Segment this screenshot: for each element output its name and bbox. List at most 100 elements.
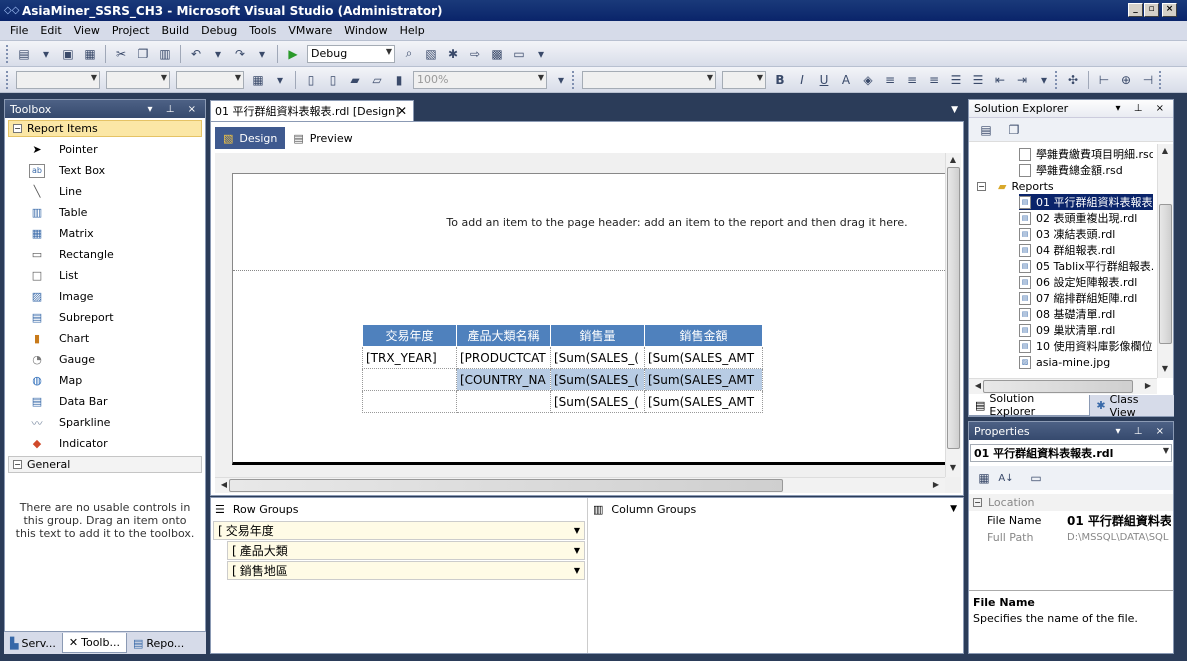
tree-item[interactable]: ▤ 09 巢狀清單.rdl — [1019, 322, 1153, 338]
redo-icon[interactable]: ↷ — [231, 45, 249, 63]
tree-item[interactable]: ▤ 04 群組報表.rdl — [1019, 242, 1153, 258]
tablix-cell[interactable] — [362, 368, 457, 391]
align-centers-icon[interactable]: ⊕ — [1117, 71, 1135, 89]
toolbox-item-pointer[interactable]: ➤ Pointer — [5, 139, 205, 160]
tablix-cell[interactable]: [Sum(SALES_( — [550, 368, 645, 391]
tablix-header-cell[interactable]: 銷售量 — [550, 324, 645, 347]
bold-icon[interactable]: B — [771, 71, 789, 89]
toolbox-item-line[interactable]: ╲ Line — [5, 181, 205, 202]
tree-item[interactable]: 學雜費總金額.rsd — [1019, 162, 1153, 178]
close-icon[interactable]: ✕ — [397, 104, 407, 118]
chevron-down-icon[interactable]: ▼ — [574, 566, 580, 575]
panel-controls-icon[interactable]: ▾ ⊥ × — [1116, 426, 1169, 437]
menu-project[interactable]: Project — [106, 24, 156, 37]
tablix-cell[interactable]: [Sum(SALES_( — [550, 346, 645, 369]
underline-icon[interactable]: U — [815, 71, 833, 89]
border-dropdown-icon[interactable]: ▾ — [271, 71, 289, 89]
toolbox-item-rectangle[interactable]: ▭ Rectangle — [5, 244, 205, 265]
tree-item[interactable]: ▤ 10 使用資料庫影像欄位.rdl — [1019, 338, 1153, 354]
outdent-icon[interactable]: ⇤ — [991, 71, 1009, 89]
align-lefts-icon[interactable]: ⊢ — [1095, 71, 1113, 89]
scroll-up-icon[interactable]: ▲ — [946, 155, 960, 164]
scroll-down-icon[interactable]: ▼ — [1158, 364, 1172, 373]
layout-grid-icon[interactable]: ✣ — [1064, 71, 1082, 89]
font-name-combo[interactable]: ▼ — [582, 70, 716, 89]
menu-window[interactable]: Window — [338, 24, 393, 37]
indent-icon[interactable]: ⇥ — [1013, 71, 1031, 89]
font-combo[interactable]: ▼ — [106, 70, 170, 89]
tree-item[interactable]: 學雜費繳費項目明細.rsd — [1019, 146, 1153, 162]
font-size-combo[interactable]: ▼ — [176, 70, 244, 89]
zoom-combo[interactable]: 100% ▼ — [413, 70, 547, 89]
find-in-files-icon[interactable]: ⌕ — [400, 45, 418, 63]
tree-item[interactable]: ▤ 06 設定矩陣報表.rdl — [1019, 274, 1153, 290]
style-combo[interactable]: ▼ — [16, 70, 100, 89]
chevron-down-icon[interactable]: ▼ — [574, 546, 580, 555]
menu-view[interactable]: View — [68, 24, 106, 37]
tab-report-data[interactable]: ▤ Repo... — [127, 633, 190, 653]
toolbar-options-icon[interactable]: ▾ — [532, 45, 550, 63]
row-group-item[interactable]: [ 交易年度 ▼ — [213, 521, 585, 540]
close-button[interactable]: × — [1162, 3, 1177, 17]
collapse-icon[interactable]: − — [973, 498, 982, 507]
tablix-header-cell[interactable]: 產品大類名稱 — [456, 324, 551, 347]
paste-icon[interactable]: ▥ — [156, 45, 174, 63]
italic-icon[interactable]: I — [793, 71, 811, 89]
text-align-left-icon[interactable]: ≡ — [881, 71, 899, 89]
property-row[interactable]: File Name 01 平行群組資料表報表.rdl — [969, 512, 1173, 529]
toolbar-options-icon[interactable]: ▾ — [1035, 71, 1053, 89]
toolbox-category-general[interactable]: − General — [8, 456, 202, 473]
properties-icon[interactable]: ✱ — [444, 45, 462, 63]
maximize-button[interactable]: ▫ — [1144, 3, 1159, 17]
scrollbar-thumb[interactable] — [947, 167, 960, 449]
toolbox-icon[interactable]: ▩ — [488, 45, 506, 63]
property-row[interactable]: Full Path D:\MSSQL\DATA\SQL — [969, 529, 1173, 546]
tab-solution-explorer[interactable]: ▤ Solution Explorer — [968, 392, 1091, 418]
numbering-icon[interactable]: ☰ — [969, 71, 987, 89]
toolbox-item-map[interactable]: ◍ Map — [5, 370, 205, 391]
tablix-cell[interactable] — [456, 390, 551, 413]
save-all-icon[interactable]: ▦ — [81, 45, 99, 63]
solution-config-combo[interactable]: Debug ▼ — [307, 44, 395, 63]
toolbox-item-sparkline[interactable]: 〰 Sparkline — [5, 412, 205, 433]
properties-splitter[interactable] — [969, 590, 1173, 591]
toolbar-options-icon[interactable]: ▾ — [552, 71, 570, 89]
menu-edit[interactable]: Edit — [34, 24, 67, 37]
menu-file[interactable]: File — [4, 24, 34, 37]
bullets-icon[interactable]: ☰ — [947, 71, 965, 89]
scroll-up-icon[interactable]: ▲ — [1158, 146, 1172, 155]
toolbox-item-databar[interactable]: ▤ Data Bar — [5, 391, 205, 412]
tablix-cell[interactable]: [Sum(SALES_AMT — [644, 390, 763, 413]
new-project-icon[interactable]: ▤ — [15, 45, 33, 63]
document-list-dropdown-icon[interactable]: ▼ — [951, 105, 958, 115]
border-icon[interactable]: ▦ — [249, 71, 267, 89]
document-tab[interactable]: 01 平行群組資料表報表.rdl [Design] ✕ — [210, 100, 414, 121]
tablix-cell[interactable]: [Sum(SALES_AMT — [644, 368, 763, 391]
menu-debug[interactable]: Debug — [195, 24, 243, 37]
collapse-icon[interactable]: − — [13, 460, 22, 469]
scrollbar-thumb[interactable] — [229, 479, 783, 492]
collapse-icon[interactable]: − — [977, 181, 986, 191]
tablix-cell[interactable]: [Sum(SALES_( — [550, 390, 645, 413]
tablix-cell[interactable]: [PRODUCTCAT — [456, 346, 551, 369]
tablix[interactable]: 交易年度 產品大類名稱 銷售量 銷售金額 [TRX_YEAR] [PRODUCT… — [362, 324, 763, 413]
show-all-files-icon[interactable]: ❐ — [1005, 121, 1023, 139]
text-align-center-icon[interactable]: ≡ — [903, 71, 921, 89]
toolbar-grip[interactable] — [572, 70, 575, 89]
properties-icon[interactable]: ▤ — [977, 121, 995, 139]
font-size-combo-2[interactable]: ▼ — [722, 70, 766, 89]
categorized-icon[interactable]: ▦ — [975, 469, 993, 487]
redo-dropdown-icon[interactable]: ▾ — [253, 45, 271, 63]
background-color-icon[interactable]: ◈ — [859, 71, 877, 89]
design-surface[interactable]: To add an item to the page header: add a… — [215, 153, 961, 493]
tab-server-explorer[interactable]: ▙ Serv... — [4, 633, 62, 653]
property-category[interactable]: − Location — [969, 494, 1173, 511]
toolbox-item-image[interactable]: ▨ Image — [5, 286, 205, 307]
text-align-right-icon[interactable]: ≡ — [925, 71, 943, 89]
collapse-icon[interactable]: − — [13, 124, 22, 133]
tablix-cell[interactable]: [Sum(SALES_AMT — [644, 346, 763, 369]
tablix-header-cell[interactable]: 交易年度 — [362, 324, 457, 347]
start-debugging-icon[interactable]: ▶ — [284, 45, 302, 63]
toolbox-item-matrix[interactable]: ▦ Matrix — [5, 223, 205, 244]
command-window-icon[interactable]: ▭ — [510, 45, 528, 63]
